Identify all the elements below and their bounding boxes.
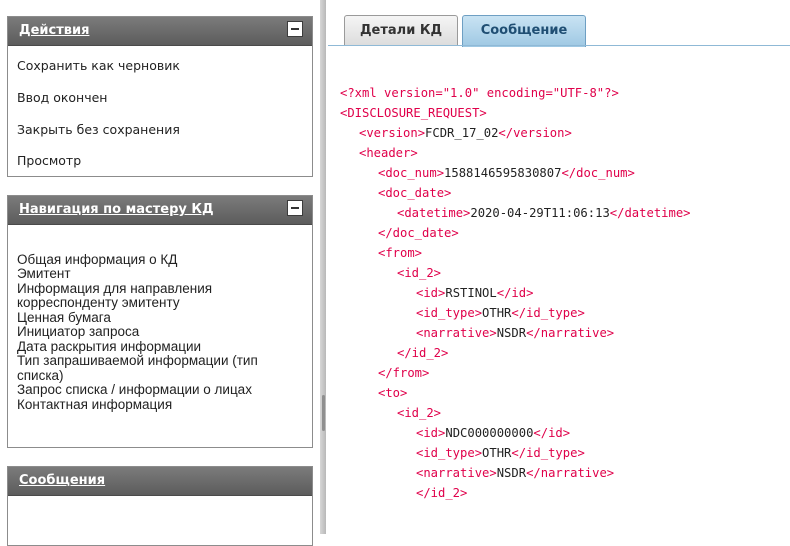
xml-text-value: NSDR: [496, 466, 527, 480]
wizard-nav-panel-header: Навигация по мастеру КД: [8, 196, 312, 225]
xml-text-value: 1588146595830807: [444, 166, 562, 180]
xml-open-tag: </doc_date>: [378, 226, 459, 240]
messages-panel-title[interactable]: Сообщения: [19, 473, 105, 488]
xml-line: <narrative>NSDR</narrative>: [416, 463, 614, 483]
xml-line: </from>: [378, 363, 429, 383]
xml-open-tag: <version>: [359, 126, 426, 140]
splitter-grip-icon[interactable]: [322, 395, 325, 431]
nav-item-info-type[interactable]: Тип запрашиваемой информации (тип: [17, 354, 258, 368]
actions-panel-header: Действия: [8, 17, 312, 46]
xml-open-tag: <id_2>: [397, 266, 442, 280]
xml-line: <header>: [359, 143, 418, 163]
xml-line: </id_2>: [397, 343, 448, 363]
xml-open-tag: <id>: [416, 426, 446, 440]
xml-close-tag: </id_type>: [511, 446, 585, 460]
tab-message[interactable]: Сообщение: [462, 15, 586, 47]
action-close-without-saving[interactable]: Закрыть без сохранения: [17, 122, 180, 137]
action-preview[interactable]: Просмотр: [17, 153, 81, 168]
xml-open-tag: <doc_num>: [378, 166, 445, 180]
xml-close-tag: </datetime>: [609, 206, 691, 220]
tab-details[interactable]: Детали КД: [344, 15, 458, 46]
xml-line: <to>: [378, 383, 407, 403]
xml-close-tag: </version>: [498, 126, 572, 140]
xml-text-value: NSDR: [496, 326, 527, 340]
nav-item-correspondent-info[interactable]: Информация для направления: [17, 282, 212, 296]
xml-text-value: NDC000000000: [445, 426, 534, 440]
xml-close-tag: </narrative>: [526, 326, 615, 340]
xml-close-tag: </id>: [496, 286, 534, 300]
nav-item-list-request[interactable]: Запрос списка / информации о лицах: [17, 383, 252, 397]
xml-line: <DISCLOSURE_REQUEST>: [340, 103, 487, 123]
xml-open-tag: </id_2>: [397, 346, 449, 360]
xml-open-tag: </from>: [378, 366, 430, 380]
nav-item-general-info[interactable]: Общая информация о КД: [17, 253, 177, 267]
xml-text-value: RSTINOL: [445, 286, 497, 300]
nav-item-request-initiator[interactable]: Инициатор запроса: [17, 325, 139, 339]
xml-line: <from>: [378, 243, 422, 263]
xml-open-tag: <narrative>: [416, 466, 497, 480]
nav-item-info-type-cont[interactable]: списка): [17, 369, 64, 383]
xml-open-tag: <doc_date>: [378, 186, 452, 200]
xml-message-viewer[interactable]: <?xml version="1.0" encoding="UTF-8"?> <D…: [328, 46, 790, 534]
xml-text-value: OTHR: [482, 446, 512, 460]
nav-item-contact-info[interactable]: Контактная информация: [17, 398, 172, 412]
xml-line: <id_type>OTHR</id_type>: [416, 303, 585, 323]
wizard-nav-panel: Навигация по мастеру КД Общая информация…: [7, 195, 313, 448]
xml-line: <?xml version="1.0" encoding="UTF-8"?>: [340, 83, 619, 103]
actions-panel: Действия Сохранить как черновик Ввод око…: [7, 16, 313, 177]
nav-item-correspondent-info-cont[interactable]: корреспонденту эмитенту: [17, 296, 180, 310]
sidebar: Действия Сохранить как черновик Ввод око…: [0, 0, 320, 546]
xml-line: <version>FCDR_17_02</version>: [359, 123, 572, 143]
nav-item-security[interactable]: Ценная бумага: [17, 311, 111, 325]
xml-close-tag: </id>: [533, 426, 571, 440]
xml-open-tag: <datetime>: [397, 206, 471, 220]
xml-open-tag: <DISCLOSURE_REQUEST>: [340, 106, 487, 120]
xml-line: <id_type>OTHR</id_type>: [416, 443, 585, 463]
tab-bar: Детали КД Сообщение: [328, 0, 790, 47]
xml-line: <id>NDC000000000</id>: [416, 423, 570, 443]
xml-open-tag: <narrative>: [416, 326, 497, 340]
xml-line: <doc_date>: [378, 183, 451, 203]
xml-line: <doc_num>1588146595830807</doc_num>: [378, 163, 635, 183]
action-save-draft[interactable]: Сохранить как черновик: [17, 58, 180, 73]
xml-text-value: OTHR: [482, 306, 512, 320]
actions-panel-title[interactable]: Действия: [19, 23, 89, 38]
xml-text-value: 2020-04-29T11:06:13: [470, 206, 610, 220]
xml-line: <narrative>NSDR</narrative>: [416, 323, 614, 343]
xml-line: <id_2>: [397, 403, 441, 423]
collapse-nav-icon[interactable]: [287, 200, 303, 216]
xml-open-tag: <from>: [378, 246, 423, 260]
xml-line: <id_2>: [397, 263, 441, 283]
nav-item-issuer[interactable]: Эмитент: [17, 267, 71, 281]
xml-line: </id_2>: [416, 483, 467, 503]
xml-line: <id>RSTINOL</id>: [416, 283, 533, 303]
xml-close-tag: </narrative>: [526, 466, 615, 480]
messages-panel: Сообщения: [7, 466, 313, 546]
xml-close-tag: </id_type>: [511, 306, 585, 320]
xml-line: <datetime>2020-04-29T11:06:13</datetime>: [397, 203, 691, 223]
main-content: Детали КД Сообщение <?xml version="1.0" …: [328, 0, 790, 534]
xml-open-tag: <?xml version="1.0" encoding="UTF-8"?>: [340, 86, 619, 100]
xml-open-tag: </id_2>: [416, 486, 468, 500]
xml-text-value: FCDR_17_02: [425, 126, 499, 140]
xml-open-tag: <id_2>: [397, 406, 442, 420]
xml-line: </doc_date>: [378, 223, 459, 243]
xml-close-tag: </doc_num>: [561, 166, 635, 180]
xml-open-tag: <id_type>: [416, 306, 483, 320]
nav-item-disclosure-date[interactable]: Дата раскрытия информации: [17, 340, 201, 354]
collapse-actions-icon[interactable]: [287, 21, 303, 37]
panel-splitter[interactable]: [320, 0, 326, 534]
xml-open-tag: <to>: [378, 386, 408, 400]
messages-panel-header: Сообщения: [8, 467, 312, 496]
xml-open-tag: <header>: [359, 146, 418, 160]
action-input-finished[interactable]: Ввод окончен: [17, 90, 107, 105]
wizard-nav-panel-title[interactable]: Навигация по мастеру КД: [19, 202, 214, 217]
xml-open-tag: <id_type>: [416, 446, 483, 460]
xml-open-tag: <id>: [416, 286, 446, 300]
